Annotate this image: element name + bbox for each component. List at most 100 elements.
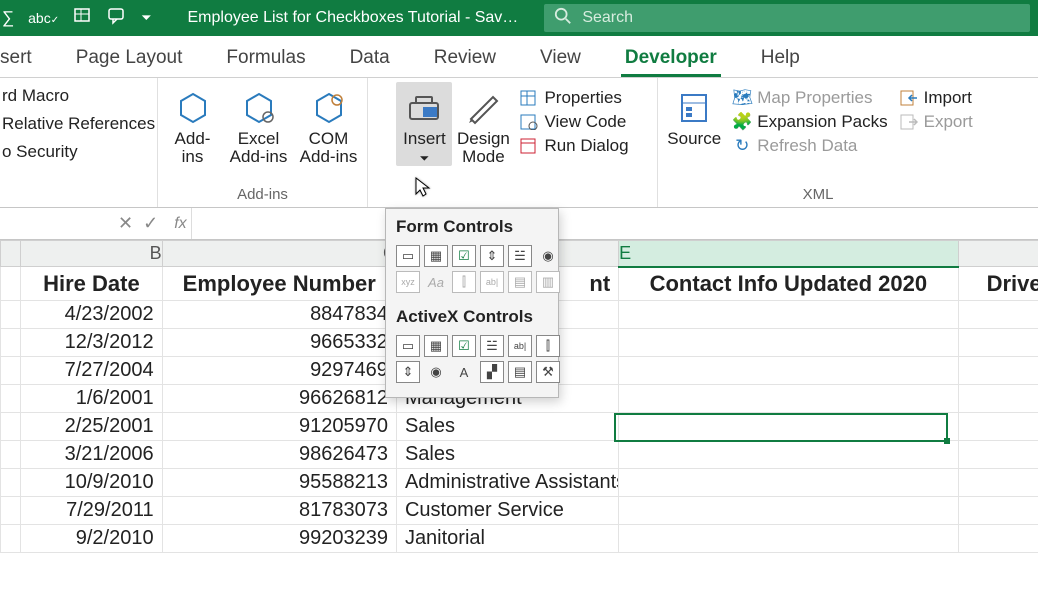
record-macro-item[interactable]: rd Macro xyxy=(0,82,157,110)
quick-access-toolbar: ∑ abc✓ ⏷ xyxy=(0,7,160,30)
fx-icon[interactable]: fx xyxy=(174,215,186,233)
form-button-icon[interactable]: ▭ xyxy=(396,245,420,267)
table-row[interactable]: 9/2/201099203239Janitorial xyxy=(1,525,1038,553)
insert-control-button[interactable]: Insert⏷ xyxy=(396,82,452,166)
excel-addins-button[interactable]: ExcelAdd-ins xyxy=(226,82,292,166)
search-box[interactable] xyxy=(544,4,1030,32)
cell-num: 9297469 xyxy=(162,357,396,385)
map-properties-button[interactable]: 🗺 Map Properties xyxy=(733,88,887,108)
ax-textbox-icon[interactable]: ab| xyxy=(508,335,532,357)
table-row[interactable]: 10/9/201095588213Administrative Assistan… xyxy=(1,469,1038,497)
cell-date: 10/9/2010 xyxy=(21,469,162,497)
table-row[interactable]: 3/21/200698626473Sales xyxy=(1,441,1038,469)
cell-num: 99203239 xyxy=(162,525,396,553)
design-mode-button[interactable]: DesignMode xyxy=(452,82,514,166)
cell-dept: Janitorial xyxy=(396,525,618,553)
addins-icon xyxy=(173,88,213,128)
import-icon xyxy=(900,89,918,107)
cancel-entry-icon[interactable]: ✕ xyxy=(118,213,133,234)
groupby-icon[interactable] xyxy=(73,7,93,30)
tab-formulas[interactable]: Formulas xyxy=(222,47,309,77)
run-dialog-button[interactable]: Run Dialog xyxy=(520,136,628,156)
colhdr-B[interactable]: B xyxy=(21,241,162,267)
formula-input[interactable] xyxy=(191,208,1038,239)
addins-lbl-a: Add- xyxy=(175,129,211,148)
cell-date: 7/29/2011 xyxy=(21,497,162,525)
form-combo3-icon[interactable]: ▥ xyxy=(536,271,560,293)
ax-checkbox-icon[interactable]: ☑ xyxy=(452,335,476,357)
tab-developer[interactable]: Developer xyxy=(621,47,721,77)
colhdr-C[interactable]: C xyxy=(162,241,396,267)
form-listbox-icon[interactable]: ☱ xyxy=(508,245,532,267)
view-code-label: View Code xyxy=(544,112,626,132)
cell-num: 8847834 xyxy=(162,301,396,329)
form-spinner-icon[interactable]: ⇕ xyxy=(480,245,504,267)
tab-insert-cut[interactable]: sert xyxy=(0,47,36,77)
ax-button-icon[interactable]: ▭ xyxy=(396,335,420,357)
form-option-icon[interactable]: ◉ xyxy=(536,245,560,267)
cell-date: 9/2/2010 xyxy=(21,525,162,553)
design-mode-icon xyxy=(463,88,503,128)
tab-view[interactable]: View xyxy=(536,47,585,77)
insert-label: Insert xyxy=(403,129,446,148)
com-addins-lbl-b: Add-ins xyxy=(300,147,358,166)
mouse-cursor-icon xyxy=(414,176,432,198)
form-groupbox-icon[interactable]: xyz xyxy=(396,271,420,293)
search-input[interactable] xyxy=(582,9,789,27)
autosum-icon[interactable]: ∑ xyxy=(2,8,14,28)
refresh-data-button[interactable]: ↻ Refresh Data xyxy=(733,136,887,156)
colhdr-A[interactable] xyxy=(1,241,21,267)
source-icon xyxy=(674,88,714,128)
table-row[interactable]: 7/29/201181783073Customer Service xyxy=(1,497,1038,525)
cell-dept: Administrative Assistants xyxy=(396,469,618,497)
colhdr-F[interactable] xyxy=(958,241,1038,267)
export-button[interactable]: Export xyxy=(900,112,973,132)
cell-num: 9665332 xyxy=(162,329,396,357)
excel-addins-lbl-b: Add-ins xyxy=(230,147,288,166)
toolbox-icon xyxy=(404,88,444,128)
xml-group-label: XML xyxy=(803,186,834,205)
import-label: Import xyxy=(924,88,972,108)
ax-more-icon[interactable]: ⚒ xyxy=(536,361,560,383)
ax-toggle-icon[interactable]: ▤ xyxy=(508,361,532,383)
ax-scrollbar-icon[interactable]: ⫿ xyxy=(536,335,560,357)
properties-button[interactable]: Properties xyxy=(520,88,628,108)
tab-review[interactable]: Review xyxy=(430,47,500,77)
ax-listbox-icon[interactable]: ☱ xyxy=(480,335,504,357)
addins-button[interactable]: Add-ins xyxy=(160,82,226,166)
form-combo-icon[interactable]: ▦ xyxy=(424,245,448,267)
header-driver-cut: Driver S xyxy=(958,267,1038,301)
qat-customize-icon[interactable]: ⏷ xyxy=(141,10,151,26)
form-label-icon[interactable]: Aa xyxy=(424,271,448,293)
expansion-packs-button[interactable]: 🧩 Expansion Packs xyxy=(733,112,887,132)
ax-label-icon[interactable]: A xyxy=(452,361,476,383)
confirm-entry-icon[interactable]: ✓ xyxy=(143,213,158,234)
export-label: Export xyxy=(924,112,973,132)
addins-lbl-b: ins xyxy=(182,147,204,166)
spellcheck-icon[interactable]: abc✓ xyxy=(28,10,59,26)
com-addins-button[interactable]: COMAdd-ins xyxy=(292,82,366,166)
ax-image-icon[interactable]: ▞ xyxy=(480,361,504,383)
com-addins-icon xyxy=(309,88,349,128)
ax-combo-icon[interactable]: ▦ xyxy=(424,335,448,357)
cell-date: 4/23/2002 xyxy=(21,301,162,329)
table-row[interactable]: 2/25/200191205970Sales xyxy=(1,413,1038,441)
tab-page-layout[interactable]: Page Layout xyxy=(72,47,187,77)
ax-spin-icon[interactable]: ⇕ xyxy=(396,361,420,383)
tab-data[interactable]: Data xyxy=(346,47,394,77)
ax-option-icon[interactable]: ◉ xyxy=(424,361,448,383)
relative-references-item[interactable]: Relative References xyxy=(0,110,157,138)
form-checkbox-icon[interactable]: ☑ xyxy=(452,245,476,267)
form-combo2-icon[interactable]: ▤ xyxy=(508,271,532,293)
form-textfield-icon[interactable]: ab| xyxy=(480,271,504,293)
view-code-button[interactable]: View Code xyxy=(520,112,628,132)
export-icon xyxy=(900,113,918,131)
tab-help[interactable]: Help xyxy=(757,47,804,77)
import-button[interactable]: Import xyxy=(900,88,973,108)
comment-icon[interactable] xyxy=(107,7,127,30)
colhdr-E[interactable]: E xyxy=(619,241,958,267)
macro-security-item[interactable]: o Security xyxy=(0,138,157,166)
header-contact-info: Contact Info Updated 2020 xyxy=(619,267,958,301)
form-scrollbar-icon[interactable]: ⫿ xyxy=(452,271,476,293)
source-button[interactable]: Source xyxy=(663,82,725,156)
